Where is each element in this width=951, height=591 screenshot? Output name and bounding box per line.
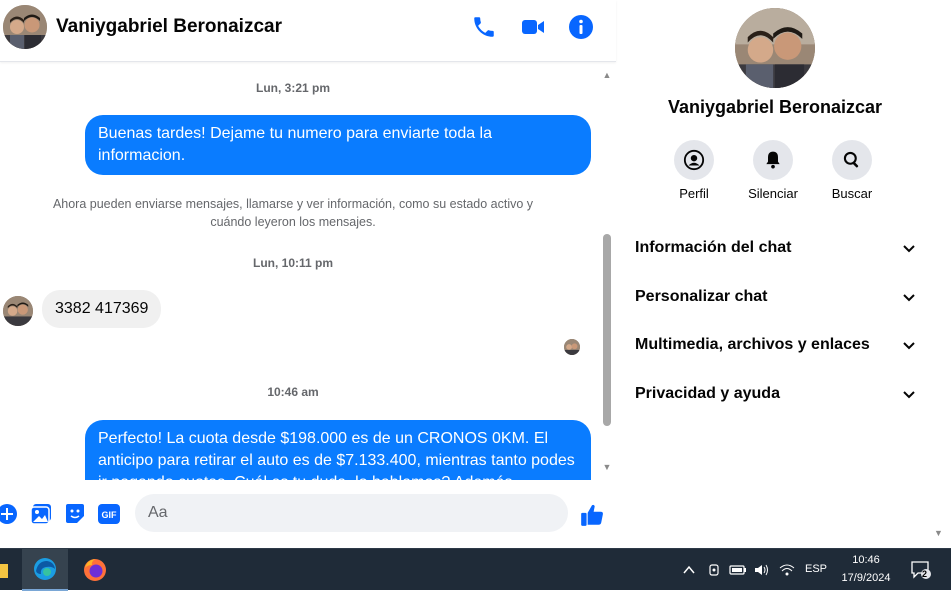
chevron-down-icon	[903, 342, 915, 350]
timestamp: Lun, 10:11 pm	[252, 256, 334, 270]
profile-action[interactable]: Perfil	[654, 140, 734, 201]
edge-browser-icon[interactable]	[22, 549, 68, 591]
battery-icon[interactable]	[728, 549, 748, 591]
profile-action-label: Perfil	[679, 186, 709, 201]
gif-icon[interactable]: GIF	[97, 502, 121, 526]
scroll-thumb[interactable]	[603, 234, 611, 426]
clock-time[interactable]: 10:46	[836, 554, 896, 566]
section-label: Multimedia, archivos y enlaces	[635, 336, 870, 353]
section-chat-info[interactable]: Información del chat	[635, 228, 917, 268]
bell-icon[interactable]	[753, 140, 793, 180]
file-explorer-icon[interactable]	[0, 549, 10, 591]
scroll-up-arrow[interactable]: ▲	[602, 70, 612, 80]
chevron-down-icon	[903, 245, 915, 253]
profile-name: Vaniygabriel Beronaizcar	[667, 97, 883, 117]
gif-label: GIF	[102, 510, 118, 520]
mute-action[interactable]: Silenciar	[733, 140, 813, 201]
chevron-up-icon[interactable]	[680, 549, 698, 591]
video-camera-icon[interactable]	[520, 14, 546, 40]
mute-action-label: Silenciar	[748, 186, 798, 201]
scroll-down-arrow[interactable]: ▼	[602, 462, 612, 472]
plus-icon[interactable]	[0, 502, 19, 526]
search-action[interactable]: Buscar	[812, 140, 892, 201]
incoming-message[interactable]: 3382 417369	[42, 290, 162, 328]
contact-avatar[interactable]	[3, 5, 47, 49]
side-scroll-down-arrow[interactable]: ▼	[934, 528, 943, 538]
search-icon[interactable]	[832, 140, 872, 180]
chevron-down-icon	[903, 294, 915, 302]
timestamp: Lun, 3:21 pm	[255, 81, 330, 95]
language-indicator[interactable]: ESP	[802, 563, 830, 575]
timestamp: 10:46 am	[267, 385, 319, 399]
meet-now-icon[interactable]	[705, 549, 723, 591]
info-icon[interactable]	[568, 14, 594, 40]
taskbar: ESP 10:46 17/9/2024 2	[0, 548, 951, 591]
outgoing-message[interactable]: Buenas tardes! Dejame tu numero para env…	[85, 115, 591, 175]
firefox-icon[interactable]	[72, 549, 118, 591]
contact-name[interactable]: Vaniygabriel Beronaizcar	[56, 16, 282, 38]
like-icon[interactable]	[579, 502, 603, 526]
chat-pane: Vaniygabriel Beronaizcar Lun, 3:21 pm Bu…	[0, 0, 616, 548]
chat-header: Vaniygabriel Beronaizcar	[0, 0, 616, 62]
message-input[interactable]: Aa	[135, 494, 568, 532]
system-notice: Ahora pueden enviarse mensajes, llamarse…	[52, 197, 534, 229]
clock-date[interactable]: 17/9/2024	[836, 572, 896, 584]
wifi-icon[interactable]	[777, 549, 797, 591]
section-label: Información del chat	[635, 239, 792, 256]
chevron-down-icon	[903, 391, 915, 399]
notification-center-icon[interactable]: 2	[906, 549, 936, 591]
profile-avatar[interactable]	[735, 8, 815, 88]
section-customize-chat[interactable]: Personalizar chat	[635, 277, 917, 317]
read-receipt-avatar	[564, 339, 580, 355]
volume-icon[interactable]	[752, 549, 772, 591]
notification-count: 2	[922, 569, 928, 579]
conversation-details-panel: Vaniygabriel Beronaizcar Perfil Silencia…	[617, 0, 951, 548]
section-label: Personalizar chat	[635, 288, 768, 305]
section-label: Privacidad y ayuda	[635, 385, 780, 402]
profile-icon[interactable]	[674, 140, 714, 180]
outgoing-message[interactable]: Perfecto! La cuota desde $198.000 es de …	[85, 420, 591, 480]
messenger-window: Vaniygabriel Beronaizcar Lun, 3:21 pm Bu…	[0, 0, 951, 548]
phone-icon[interactable]	[471, 14, 497, 40]
sticker-icon[interactable]	[63, 502, 87, 526]
image-icon[interactable]	[29, 502, 53, 526]
search-action-label: Buscar	[831, 186, 873, 201]
message-list[interactable]: Lun, 3:21 pm Buenas tardes! Dejame tu nu…	[0, 62, 600, 480]
section-media-files[interactable]: Multimedia, archivos y enlaces	[635, 325, 917, 365]
section-privacy-help[interactable]: Privacidad y ayuda	[635, 374, 917, 414]
contact-avatar-small[interactable]	[3, 296, 33, 326]
